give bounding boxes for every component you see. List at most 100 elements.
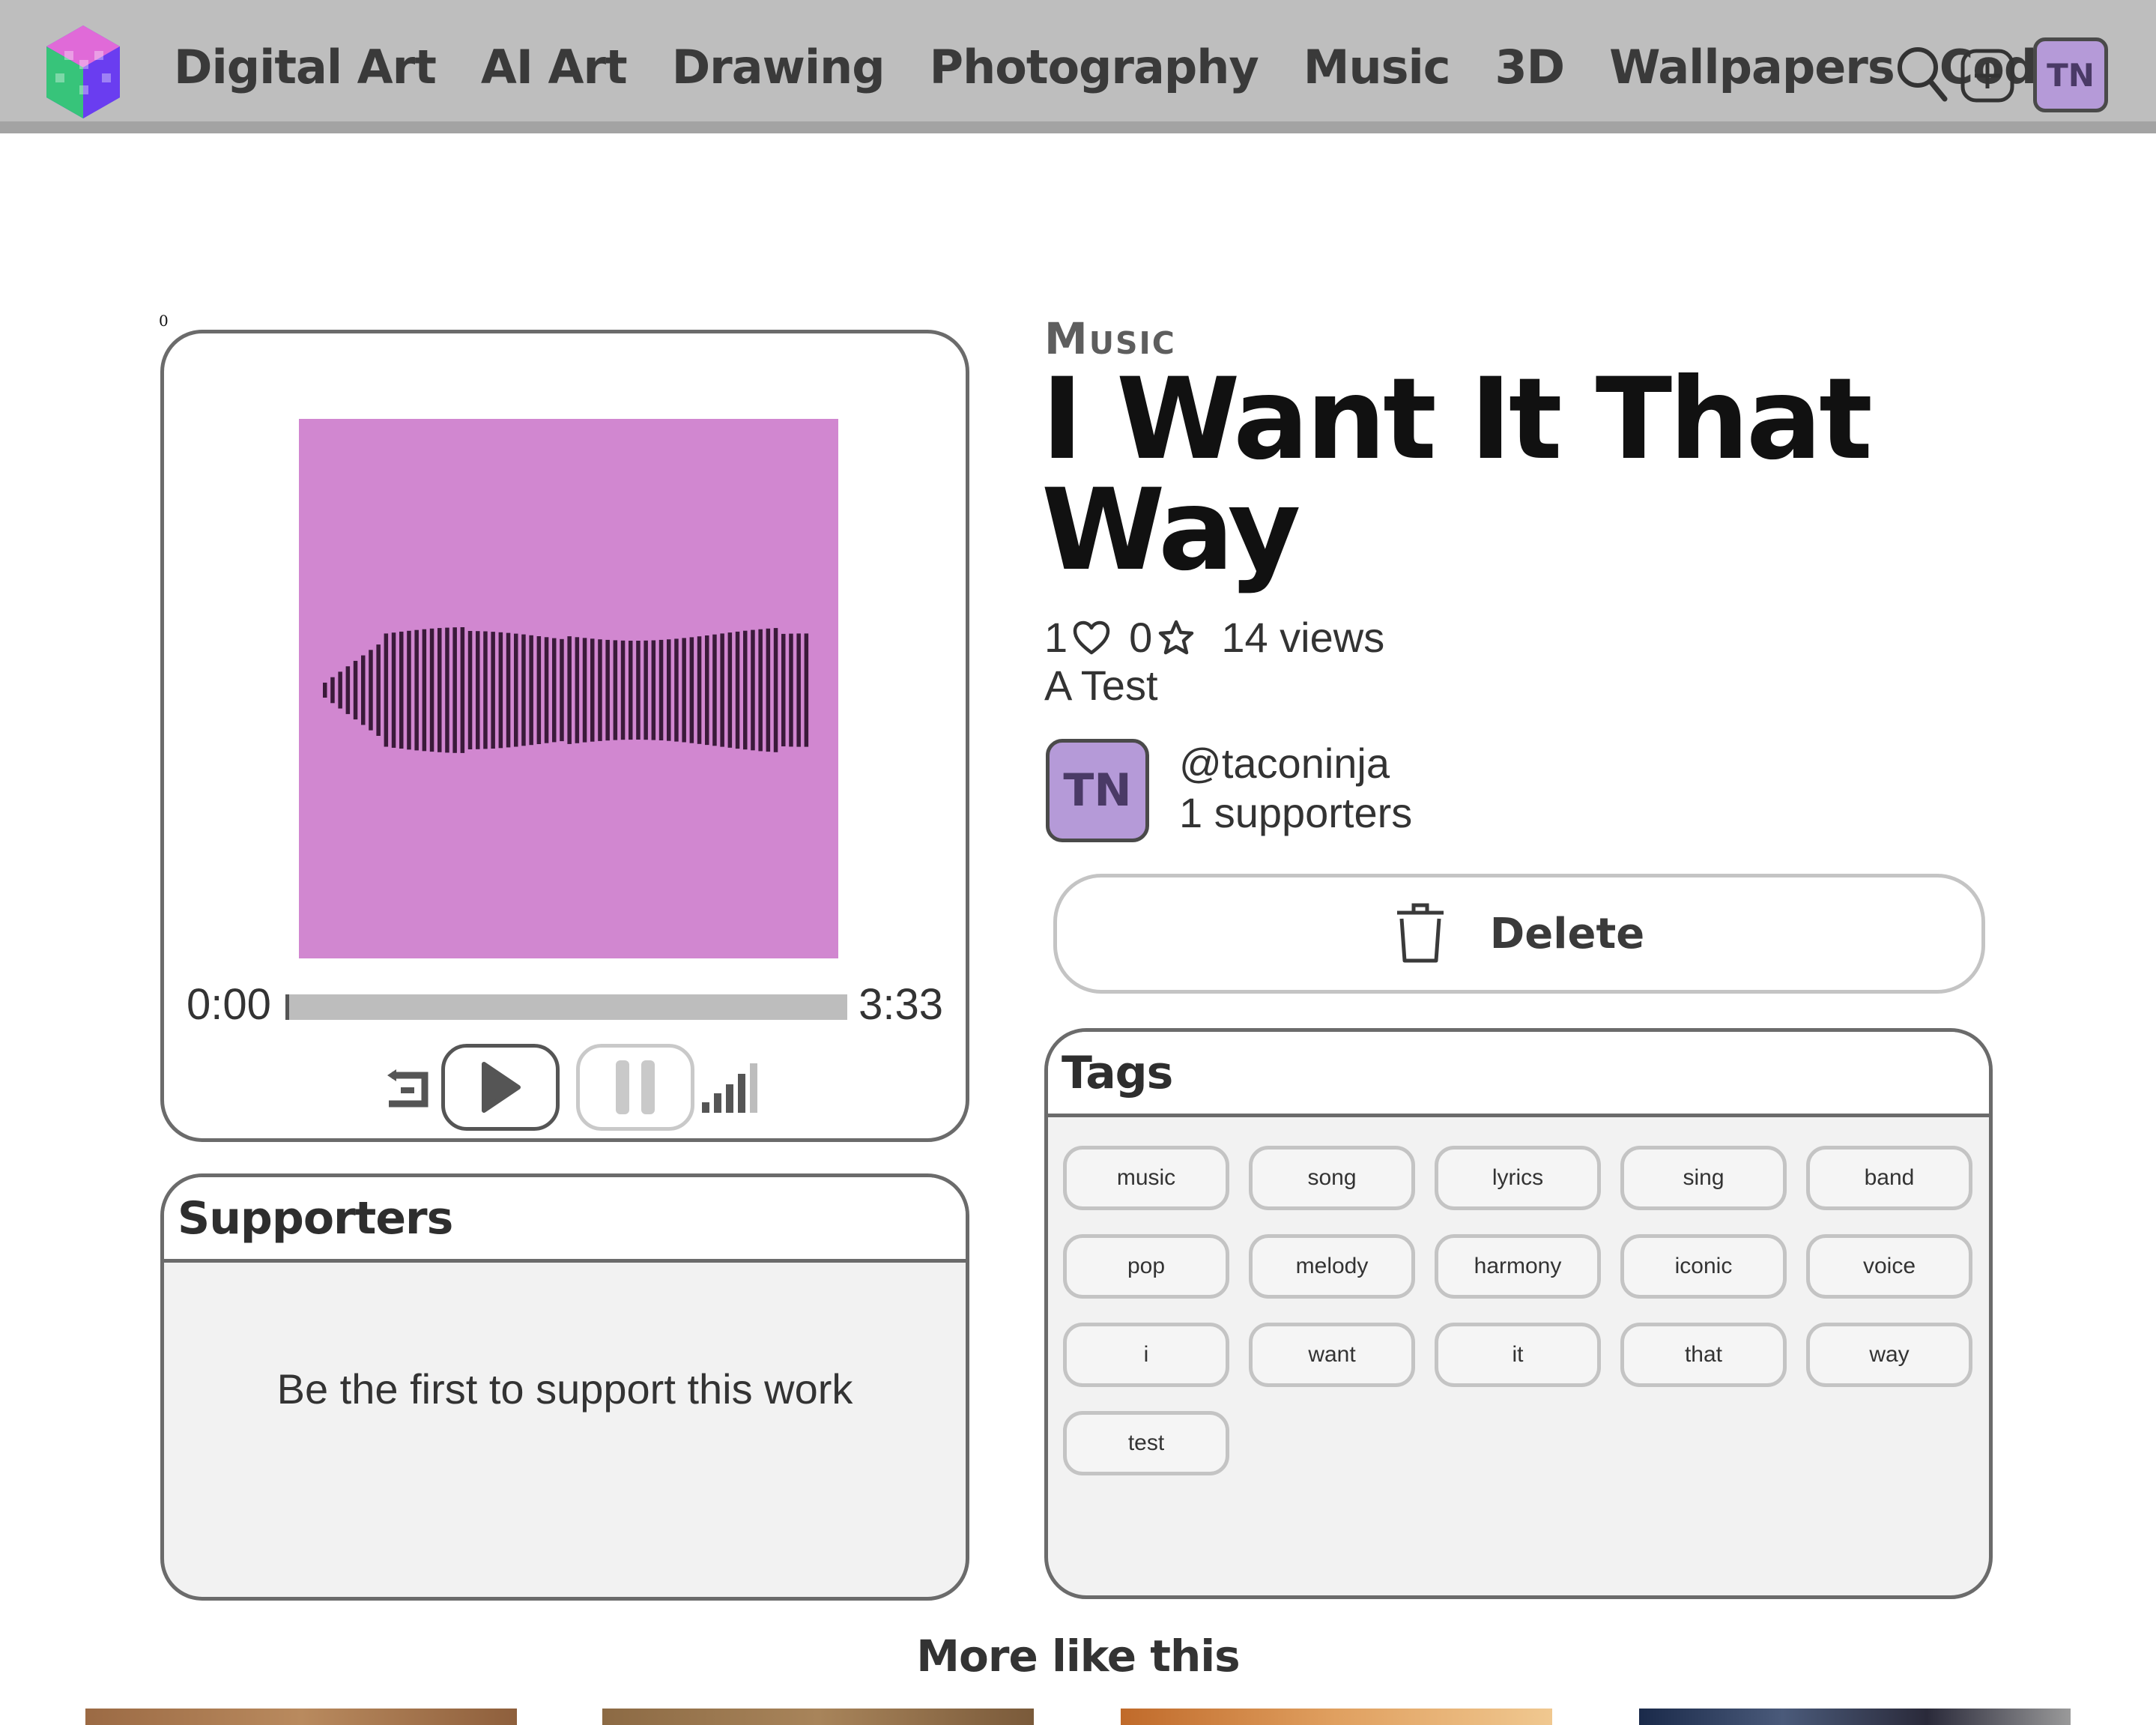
waveform-bar	[476, 631, 480, 749]
waveform-bar	[552, 638, 557, 743]
pause-icon	[616, 1060, 655, 1114]
supporters-title: Supporters	[178, 1192, 453, 1245]
waveform-bar	[689, 637, 694, 743]
pause-button[interactable]	[576, 1044, 694, 1131]
tag-chip[interactable]: sing	[1620, 1146, 1787, 1210]
delete-label: Delete	[1489, 909, 1645, 958]
supporters-panel: Supporters Be the first to support this …	[160, 1173, 969, 1601]
repeat-icon[interactable]	[381, 1065, 432, 1110]
add-post-icon[interactable]	[1960, 48, 2015, 103]
play-icon	[482, 1062, 521, 1113]
favorites-count: 0	[1129, 614, 1153, 661]
waveform-bar	[407, 630, 411, 750]
nav-link-drawing[interactable]: Drawing	[672, 40, 885, 94]
site-logo-icon[interactable]	[42, 21, 124, 123]
waveform-bar	[751, 629, 755, 751]
nav-link-music[interactable]: Music	[1303, 40, 1451, 94]
supporters-header: Supporters	[164, 1177, 966, 1263]
nav-link-photography[interactable]: Photography	[930, 40, 1259, 94]
waveform-bar	[399, 631, 404, 749]
tags-header: Tags	[1048, 1032, 1989, 1117]
related-thumbnail[interactable]	[602, 1709, 1034, 1725]
tag-chip[interactable]: music	[1063, 1146, 1229, 1210]
tag-chip[interactable]: that	[1620, 1323, 1787, 1387]
tag-chip[interactable]: band	[1806, 1146, 1972, 1210]
tag-chip[interactable]: pop	[1063, 1234, 1229, 1299]
waveform-bar	[414, 629, 419, 751]
album-cover	[299, 419, 838, 958]
tag-chip[interactable]: voice	[1806, 1234, 1972, 1299]
tag-chip[interactable]: way	[1806, 1323, 1972, 1387]
waveform-bar	[582, 638, 587, 743]
favorites-stat[interactable]: 0	[1129, 613, 1196, 662]
waveform-bar	[330, 677, 335, 704]
tag-chip[interactable]: test	[1063, 1411, 1229, 1475]
waveform-bar	[712, 634, 717, 746]
waveform-bar	[773, 628, 778, 752]
waveform-bar	[437, 628, 442, 752]
tag-chip[interactable]: iconic	[1620, 1234, 1787, 1299]
tag-chip[interactable]: i	[1063, 1323, 1229, 1387]
waveform-bar	[521, 634, 526, 746]
current-time: 0:00	[187, 980, 271, 1029]
waveform-bar	[590, 638, 595, 742]
post-title: I Want It That Way	[1041, 354, 1873, 596]
waveform-bar	[743, 630, 748, 750]
waveform-bar	[697, 636, 702, 744]
nav-link-digital-art[interactable]: Digital Art	[174, 40, 437, 94]
waveform-bar	[674, 638, 679, 742]
waveform-bar	[605, 639, 610, 741]
delete-button[interactable]: Delete	[1053, 874, 1985, 994]
waveform-bar	[536, 636, 542, 744]
waveform-bar	[376, 644, 381, 736]
waveform-bar	[667, 639, 671, 741]
waveform-bar	[422, 629, 427, 752]
tag-chip[interactable]: harmony	[1435, 1234, 1601, 1299]
waveform-bar	[452, 627, 457, 753]
tag-chip[interactable]: song	[1249, 1146, 1415, 1210]
waveform-bar	[644, 640, 648, 740]
volume-icon[interactable]	[700, 1060, 762, 1114]
player-index-label: 0	[159, 312, 169, 330]
waveform-bar	[323, 683, 327, 698]
waveform-bar	[789, 633, 793, 747]
waveform-bar	[735, 631, 740, 749]
post-description: A Test	[1044, 662, 1158, 709]
nav-link-3d[interactable]: 3D	[1495, 40, 1566, 94]
waveform-bar	[636, 641, 641, 740]
waveform-bar	[705, 635, 709, 746]
waveform-bar	[467, 631, 473, 749]
related-thumbnail[interactable]	[1121, 1709, 1552, 1725]
waveform-bar	[353, 660, 358, 720]
nav-link-ai-art[interactable]: AI Art	[481, 40, 628, 94]
total-time: 3:33	[859, 980, 943, 1029]
likes-count: 1	[1044, 614, 1068, 661]
author-supporters-count: 1 supporters	[1179, 789, 1413, 836]
waveform-bar	[567, 636, 572, 744]
nav-link-wallpapers[interactable]: Wallpapers	[1609, 40, 1895, 94]
tag-chip[interactable]: it	[1435, 1323, 1601, 1387]
progress-bar[interactable]	[285, 994, 847, 1020]
waveform-bar	[575, 637, 580, 743]
related-thumbnail[interactable]	[85, 1709, 517, 1725]
play-button[interactable]	[441, 1044, 560, 1131]
related-thumbnail[interactable]	[1639, 1709, 2071, 1725]
category-nav: Digital Art AI Art Drawing Photography M…	[174, 0, 2068, 133]
waveform-bar	[506, 632, 511, 748]
post-stats: 1 0 14 views	[1044, 613, 1384, 662]
author-avatar[interactable]: TN	[1046, 739, 1149, 842]
waveform-bar	[483, 631, 488, 749]
waveform-bar	[345, 666, 351, 714]
tag-chip[interactable]: lyrics	[1435, 1146, 1601, 1210]
waveform-bar	[369, 650, 373, 731]
search-icon[interactable]	[1895, 45, 1948, 102]
supporters-empty-message: Be the first to support this work	[276, 1365, 853, 1413]
user-avatar[interactable]: TN	[2033, 37, 2108, 112]
tag-chip[interactable]: want	[1249, 1323, 1415, 1387]
waveform-bar	[361, 655, 366, 725]
tag-chip[interactable]: melody	[1249, 1234, 1415, 1299]
author-handle[interactable]: @taconinja	[1179, 739, 1390, 788]
waveform-graphic	[323, 627, 809, 753]
likes-stat[interactable]: 1	[1044, 613, 1111, 662]
tags-panel: Tags music song lyrics sing band pop mel…	[1044, 1028, 1993, 1599]
